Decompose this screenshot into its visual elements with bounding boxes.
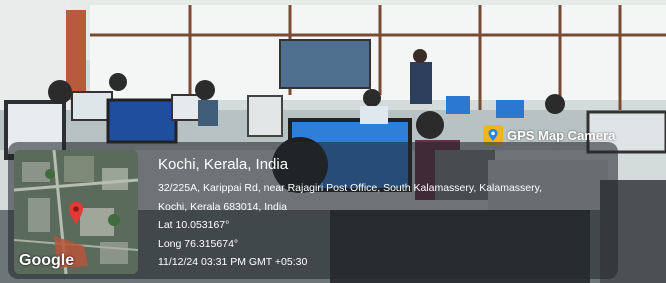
longitude: Long 76.315674° — [158, 237, 239, 250]
location-info: Kochi, Kerala, India 32/225A, Karippai R… — [158, 155, 542, 272]
gps-map-camera-label: GPS Map Camera — [507, 127, 616, 143]
location-title: Kochi, Kerala, India — [158, 156, 289, 173]
address-line-2: Kochi, Kerala 683014, India — [158, 200, 288, 213]
gps-location-overlay: Google Kochi, Kerala, India 32/225A, Kar… — [8, 142, 618, 279]
address-line-1: 32/225A, Karippai Rd, near Rajagiri Post… — [158, 182, 543, 194]
timestamp: 11/12/24 03:31 PM GMT +05:30 — [158, 256, 308, 269]
map-thumbnail: Google — [14, 150, 138, 274]
location-pin-icon — [69, 202, 83, 224]
latitude: Lat 10.053167° — [158, 219, 230, 232]
google-logo: Google — [19, 252, 75, 269]
